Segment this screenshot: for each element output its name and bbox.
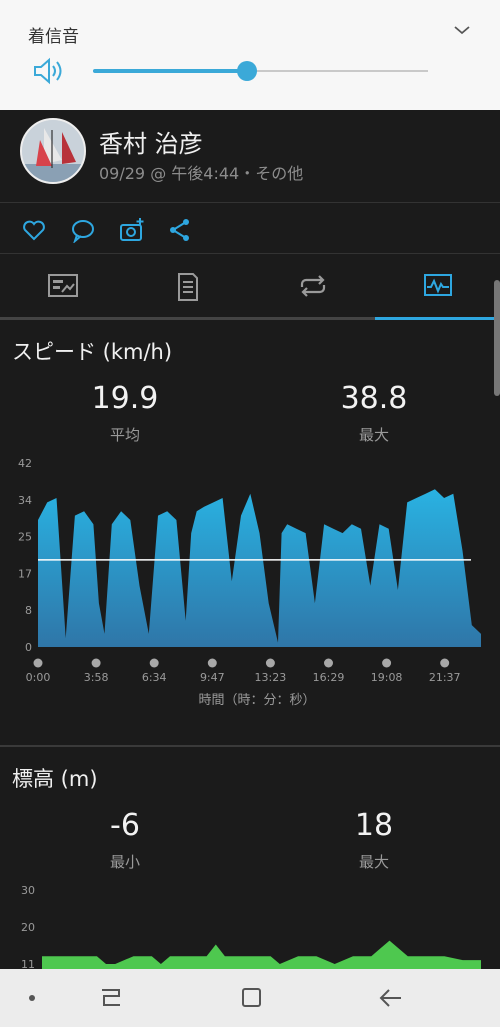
speed-x-tick: 21:37 — [429, 671, 461, 684]
elevation-title: 標高 (m) — [12, 767, 98, 791]
speed-y-tick: 0 — [25, 641, 32, 654]
comment-icon[interactable] — [70, 217, 96, 243]
speed-x-tick: 13:23 — [255, 671, 287, 684]
post-meta: 09/29 @ 午後4:44・その他 — [99, 164, 304, 183]
speaker-icon[interactable] — [32, 56, 64, 86]
elevation-max-value: 18 — [354, 808, 394, 843]
speed-avg-label: 平均 — [109, 426, 140, 444]
speed-max-value: 38.8 — [340, 381, 408, 416]
elevation-y-tick: 20 — [21, 921, 35, 934]
tab-active-indicator — [375, 317, 500, 320]
speed-x-tick: 19:08 — [371, 671, 403, 684]
elevation-area — [42, 940, 481, 969]
dot-icon[interactable] — [18, 969, 48, 1027]
speed-x-tick: 0:00 — [26, 671, 51, 684]
speed-avg-value: 19.9 — [91, 381, 159, 416]
speed-max-label: 最大 — [358, 426, 389, 444]
post-header: 香村 治彦 09/29 @ 午後4:44・その他 — [0, 110, 500, 203]
heart-icon[interactable] — [21, 217, 47, 243]
speed-y-tick: 34 — [18, 494, 32, 507]
elevation-min-value: -6 — [110, 808, 140, 843]
speed-x-tick: 16:29 — [313, 671, 345, 684]
recent-apps-icon[interactable] — [97, 969, 127, 1027]
tab-details[interactable] — [125, 254, 250, 322]
chevron-down-icon[interactable] — [452, 20, 472, 40]
elevation-chart[interactable]: 302011 — [0, 878, 500, 970]
laps-icon — [300, 275, 326, 297]
avatar[interactable] — [20, 118, 86, 184]
speed-x-tick-dot — [149, 658, 159, 668]
speed-chart[interactable]: 42 34 25 17 8 0 0:00 3:58 6:34 9:47 13:23 16:29 19:0… — [0, 452, 500, 717]
summary-icon — [48, 274, 78, 297]
volume-title: 着信音 — [28, 27, 79, 47]
action-bar — [0, 204, 500, 254]
speed-x-tick-dot — [207, 658, 217, 668]
volume-slider-thumb[interactable] — [237, 61, 258, 81]
volume-slider-fill — [93, 69, 248, 73]
speed-y-tick: 8 — [25, 604, 32, 617]
home-icon[interactable] — [237, 969, 267, 1027]
system-nav-bar — [0, 969, 500, 1027]
activity-tabs — [0, 254, 500, 322]
back-icon[interactable] — [377, 969, 407, 1027]
speed-x-tick-dot — [265, 658, 275, 668]
speed-x-tick-dot — [33, 658, 43, 668]
speed-x-axis-label: 時間（時：分：秒） — [198, 693, 315, 708]
elevation-min-label: 最小 — [109, 853, 140, 871]
speed-x-tick: 3:58 — [84, 671, 109, 684]
speed-x-tick-dot — [324, 658, 333, 668]
speed-title: スピード (km/h) — [12, 340, 173, 364]
tab-charts[interactable] — [375, 254, 500, 322]
volume-panel: 着信音 — [0, 0, 500, 110]
elevation-max-label: 最大 — [358, 853, 389, 871]
details-icon — [178, 273, 198, 301]
scrollbar[interactable] — [494, 280, 500, 396]
elevation-y-tick: 30 — [21, 884, 35, 897]
add-photo-icon[interactable] — [119, 217, 145, 243]
tab-summary[interactable] — [0, 254, 125, 322]
speed-x-tick-dot — [382, 658, 392, 668]
speed-area — [38, 489, 481, 647]
tab-laps[interactable] — [250, 254, 375, 322]
speed-x-tick-dot — [440, 658, 450, 668]
speed-y-tick: 42 — [18, 457, 32, 470]
speed-y-tick: 17 — [18, 567, 32, 580]
share-icon[interactable] — [167, 217, 193, 243]
user-name[interactable]: 香村 治彦 — [99, 124, 203, 159]
speed-x-tick-dot — [91, 658, 101, 668]
charts-icon — [424, 274, 452, 296]
section-separator — [0, 745, 500, 747]
speed-x-tick: 9:47 — [200, 671, 225, 684]
speed-y-tick: 25 — [18, 531, 32, 544]
speed-x-tick: 6:34 — [142, 671, 167, 684]
avatar-image — [22, 120, 84, 182]
